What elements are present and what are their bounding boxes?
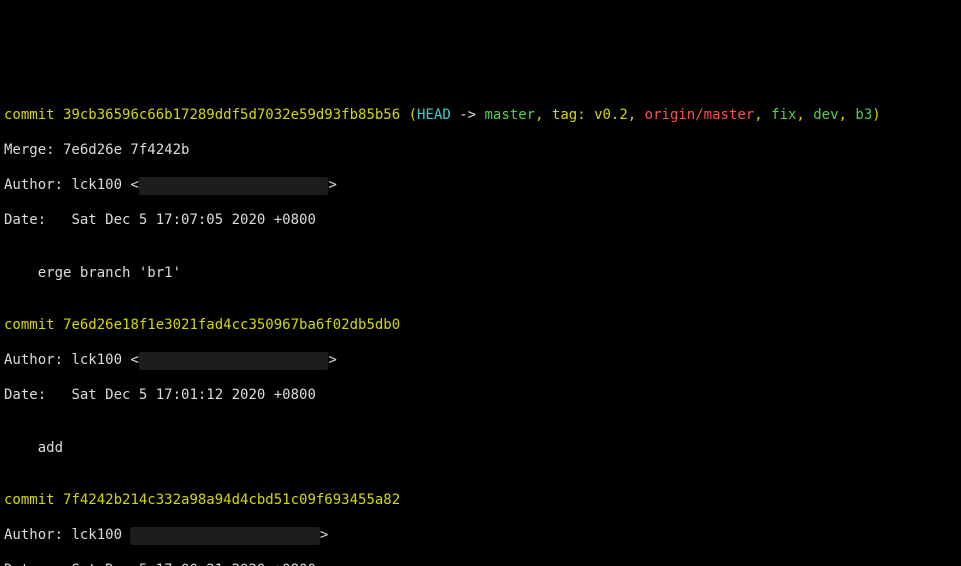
redacted-email: xxxxxxxxxxxxxxxxxxxxxx	[130, 527, 319, 545]
author-line: Author: lck100 <xxxxxxxxxxxxxxxxxxxxxx>	[4, 352, 957, 370]
commit-hash: 7f4242b214c332a98a94d4cbd51c09f693455a82	[63, 492, 400, 508]
branch-master: master	[484, 107, 535, 123]
date-value: Sat Dec 5 17:00:21 2020 +0800	[71, 562, 315, 566]
date-line: Date: Sat Dec 5 17:00:21 2020 +0800	[4, 562, 957, 566]
commit-line: commit 39cb36596c66b17289ddf5d7032e59d93…	[4, 107, 957, 125]
date-line: Date: Sat Dec 5 17:07:05 2020 +0800	[4, 212, 957, 230]
merge-line: Merge: 7e6d26e 7f4242b	[4, 142, 957, 160]
redacted-email: xxxxxxxxxxxxxxxxxxxxxx	[139, 352, 328, 370]
branch-b3: b3	[855, 107, 872, 123]
author-name: lck100	[71, 527, 122, 543]
commit-message: add	[4, 440, 957, 458]
tag-name: v0.2	[594, 107, 628, 123]
commit-line: commit 7f4242b214c332a98a94d4cbd51c09f69…	[4, 492, 957, 510]
author-name: lck100	[71, 177, 122, 193]
head-ref: HEAD	[417, 107, 451, 123]
commit-hash: 39cb36596c66b17289ddf5d7032e59d93fb85b56	[63, 107, 400, 123]
branch-dev: dev	[813, 107, 838, 123]
date-value: Sat Dec 5 17:07:05 2020 +0800	[71, 212, 315, 228]
paren-close: )	[872, 107, 880, 123]
remote-ref: origin/master	[645, 107, 755, 123]
paren-open: (	[409, 107, 417, 123]
date-line: Date: Sat Dec 5 17:01:12 2020 +0800	[4, 387, 957, 405]
branch-fix: fix	[771, 107, 796, 123]
author-line: Author: lck100 xxxxxxxxxxxxxxxxxxxxxx>	[4, 527, 957, 545]
redacted-email: xxxxxxxxxxxxxxxxxxxxxx	[139, 177, 328, 195]
arrow-icon: ->	[451, 107, 485, 123]
author-name: lck100	[71, 352, 122, 368]
tag-prefix: tag:	[552, 107, 594, 123]
date-value: Sat Dec 5 17:01:12 2020 +0800	[71, 387, 315, 403]
commit-line: commit 7e6d26e18f1e3021fad4cc350967ba6f0…	[4, 317, 957, 335]
author-line: Author: lck100 <xxxxxxxxxxxxxxxxxxxxxx>	[4, 177, 957, 195]
commit-hash: 7e6d26e18f1e3021fad4cc350967ba6f02db5db0	[63, 317, 400, 333]
git-log-output: commit 39cb36596c66b17289ddf5d7032e59d93…	[0, 88, 961, 566]
commit-keyword: commit	[4, 107, 63, 123]
commit-message: erge branch 'br1'	[4, 265, 957, 283]
